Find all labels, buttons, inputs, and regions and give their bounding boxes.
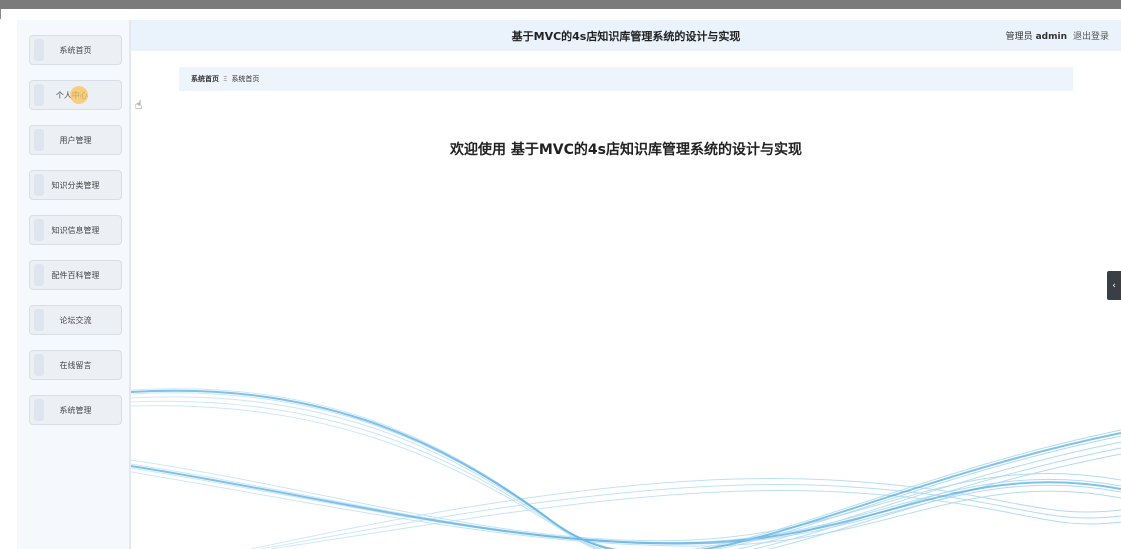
sidebar-item-label: 知识信息管理 bbox=[51, 225, 100, 235]
sidebar-item-label: 系统首页 bbox=[59, 45, 92, 55]
breadcrumb-current: 系统首页 bbox=[231, 75, 260, 83]
chevron-left-icon[interactable]: ‹ bbox=[1107, 271, 1121, 300]
window-top-strip bbox=[0, 0, 1121, 9]
welcome-heading: 欢迎使用 基于MVC的4s店知识库管理系统的设计与实现 bbox=[450, 142, 802, 158]
sidebar-item-label: 系统管理 bbox=[59, 405, 92, 415]
app-title: 基于MVC的4s店知识库管理系统的设计与实现 bbox=[511, 30, 741, 43]
sidebar-item-label: 知识分类管理 bbox=[51, 180, 100, 190]
breadcrumb: 系统首页 Ξ 系统首页 bbox=[179, 67, 1073, 91]
sidebar-item-knowledge-category[interactable]: 知识分类管理 bbox=[29, 170, 122, 200]
sidebar-item-users[interactable]: 用户管理 bbox=[29, 125, 122, 155]
sidebar-item-label: 在线留言 bbox=[59, 360, 92, 370]
sidebar: 系统首页 个人中心 ☝ 用户管理 知识分类管理 知识信息管理 配件百科管理 论坛交… bbox=[17, 20, 142, 549]
sidebar-item-label: 论坛交流 bbox=[59, 315, 92, 325]
sidebar-item-parts-wiki[interactable]: 配件百科管理 bbox=[29, 260, 122, 290]
sidebar-item-label: 个人中心 bbox=[55, 90, 88, 100]
sidebar-item-forum[interactable]: 论坛交流 bbox=[29, 305, 122, 335]
corner-mark bbox=[0, 9, 7, 19]
sidebar-item-messages[interactable]: 在线留言 bbox=[29, 350, 122, 380]
sidebar-item-profile[interactable]: 个人中心 ☝ bbox=[29, 80, 142, 112]
sidebar-item-system[interactable]: 系统管理 bbox=[29, 395, 122, 425]
sidebar-item-label: 配件百科管理 bbox=[51, 270, 100, 280]
sidebar-item-home[interactable]: 系统首页 bbox=[29, 35, 122, 65]
breadcrumb-home[interactable]: 系统首页 bbox=[191, 74, 219, 84]
username: admin bbox=[1035, 32, 1067, 42]
sidebar-item-label: 用户管理 bbox=[59, 135, 92, 145]
header: 基于MVC的4s店知识库管理系统的设计与实现 管理员 admin 退出登录 bbox=[131, 20, 1121, 51]
breadcrumb-separator-icon: Ξ bbox=[223, 75, 228, 83]
sidebar-item-knowledge-info[interactable]: 知识信息管理 bbox=[29, 215, 122, 245]
logout-link[interactable]: 退出登录 bbox=[1073, 32, 1109, 42]
user-area: 管理员 admin 退出登录 bbox=[1006, 29, 1109, 42]
hand-pointer-icon: ☝ bbox=[134, 98, 143, 112]
wave-background bbox=[131, 388, 1121, 549]
user-role: 管理员 bbox=[1005, 32, 1033, 42]
